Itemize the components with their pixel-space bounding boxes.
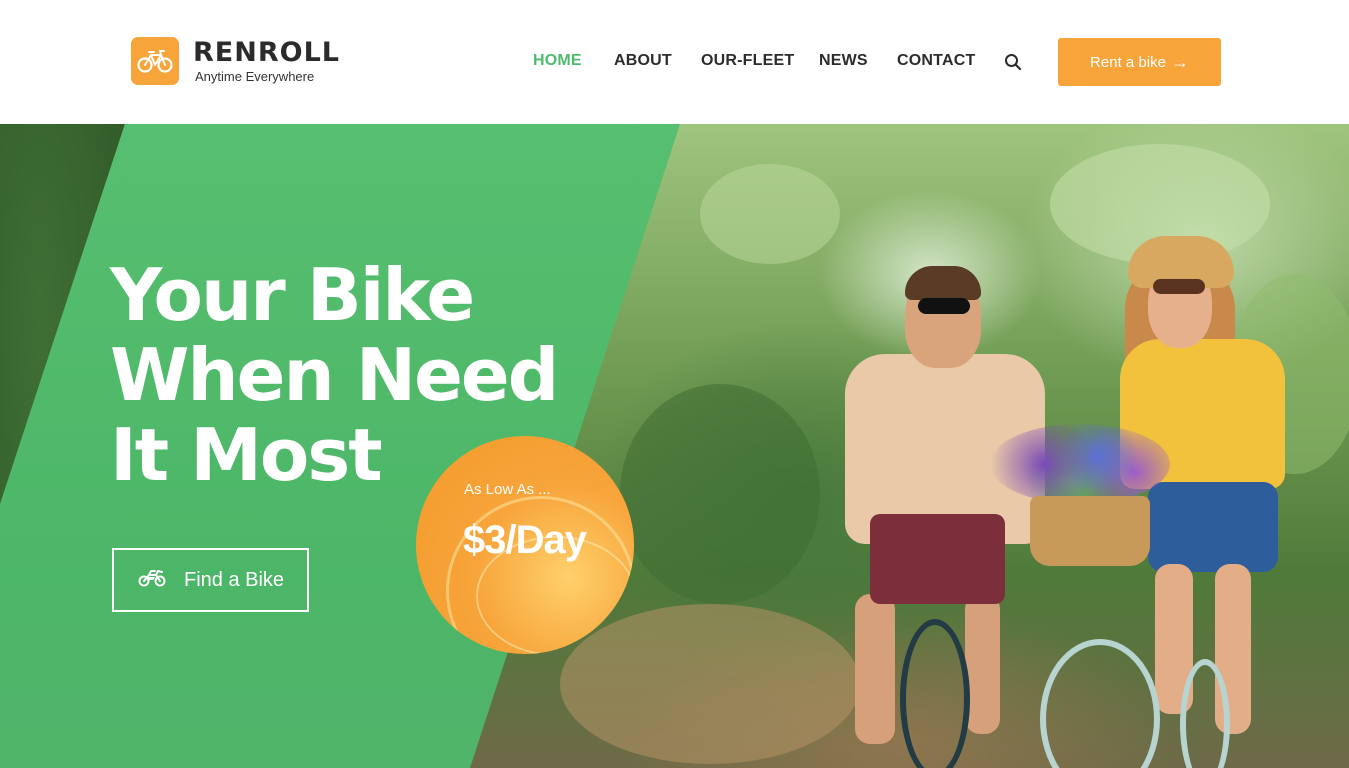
headline-line: Your Bike [110, 253, 475, 337]
cyclist-man-shorts [870, 514, 1005, 604]
cyclist-man [855, 594, 895, 744]
rent-a-bike-button[interactable]: Rent a bike → [1058, 38, 1221, 86]
site-logo[interactable]: RENROLL Anytime Everywhere [131, 37, 340, 85]
sunglasses [1153, 279, 1205, 294]
price-value: $3/Day [463, 518, 587, 562]
nav-item-news[interactable]: NEWS [819, 52, 868, 70]
cyclist-woman-shorts [1148, 482, 1278, 572]
bike-basket [1030, 496, 1150, 566]
nav-item-about[interactable]: ABOUT [614, 52, 672, 70]
nav-item-our-fleet[interactable]: OUR-FLEET [701, 52, 794, 70]
foliage [700, 164, 840, 264]
bike-wheel [1040, 639, 1160, 768]
arrow-right-icon: → [1170, 51, 1189, 72]
flower-bouquet [990, 424, 1170, 504]
rent-a-bike-label: Rent a bike [1090, 53, 1166, 71]
price-label: As Low As ... [464, 481, 551, 498]
price-badge: As Low As ... $3/Day [416, 436, 634, 654]
brand-tagline: Anytime Everywhere [195, 69, 315, 84]
find-a-bike-label: Find a Bike [184, 568, 285, 591]
nav-item-contact[interactable]: CONTACT [897, 52, 975, 70]
search-icon[interactable] [1004, 53, 1022, 71]
bike-wheel [900, 619, 970, 768]
site-header: RENROLL Anytime Everywhere HOME ABOUT OU… [0, 0, 1349, 124]
cyclist-man-leg [965, 594, 1000, 734]
nav-item-home[interactable]: HOME [533, 52, 582, 70]
find-a-bike-button[interactable]: Find a Bike [112, 548, 309, 612]
headline-line: When Need [110, 333, 559, 417]
brand-name: RENROLL [193, 37, 340, 68]
sunglasses [918, 298, 970, 314]
foliage [620, 384, 820, 604]
motorbike-icon [138, 567, 166, 593]
bicycle-icon [131, 37, 179, 85]
cyclist-man-hair [905, 266, 981, 300]
